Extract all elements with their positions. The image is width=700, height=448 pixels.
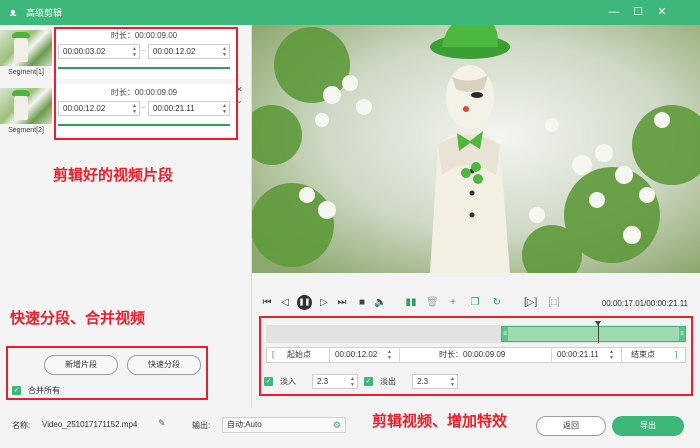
trim-duration: 时长：00:00:09.09 xyxy=(439,350,506,359)
set-out-point-icon[interactable]: [□] xyxy=(548,297,560,309)
playback-time: 00:00:17.01/00:00:21.11 xyxy=(601,299,688,308)
segment-thumbnail-image xyxy=(0,30,52,66)
merge-all-checkbox[interactable]: ✓ xyxy=(12,386,21,395)
timeline-end-handle[interactable]: ≡ xyxy=(679,327,685,341)
name-label: 名称: xyxy=(12,421,31,430)
title-bar: ᴥ 高级剪辑 — ☐ ✕ xyxy=(0,0,700,25)
annotation-segments-text: 剪辑好的视频片段 xyxy=(53,167,174,184)
left-bracket-icon[interactable]: [ xyxy=(272,349,274,361)
fade-out-label: 淡出 xyxy=(380,377,396,386)
segment-label: Segment[1] xyxy=(8,69,44,76)
fade-out-value: 2.3 xyxy=(417,377,429,386)
divider xyxy=(551,348,552,362)
quick-split-button[interactable]: 快速分段 xyxy=(127,355,201,375)
skip-to-start-icon[interactable]: ⏮ xyxy=(261,297,273,309)
annotation-box-segments xyxy=(54,27,238,140)
export-button[interactable]: 导出 xyxy=(612,416,684,436)
stepper-icon[interactable]: ▲ ▼ xyxy=(609,349,614,361)
file-name: Video_251017171152.mp4 xyxy=(42,420,138,429)
annotation-effects-text: 剪辑视频、增加特效 xyxy=(372,413,508,430)
volume-icon[interactable]: 🔈 xyxy=(374,297,386,309)
timeline-track[interactable]: ≡ ≡ xyxy=(266,321,686,343)
divider xyxy=(621,348,622,362)
stop-icon[interactable]: ■ xyxy=(356,297,368,309)
skip-to-end-icon[interactable]: ⏭ xyxy=(336,297,348,309)
maximize-button[interactable]: ☐ xyxy=(631,5,645,19)
video-frame-image xyxy=(252,25,700,273)
set-start-button[interactable]: 起始点 xyxy=(287,349,311,361)
set-end-button[interactable]: 结束点 xyxy=(631,349,655,361)
copy-clip-icon[interactable]: ❐ xyxy=(469,297,481,309)
output-format-value: 自动;Auto xyxy=(227,420,262,429)
timeline-selection[interactable]: ≡ ≡ xyxy=(501,326,686,342)
back-button[interactable]: 返回 xyxy=(536,416,606,436)
delete-clip-icon[interactable]: 🗑 xyxy=(426,297,439,309)
end-time-field[interactable]: 00:00:21.11 xyxy=(557,349,599,361)
segment-label: Segment[2] xyxy=(8,127,44,134)
fade-in-label: 淡入 xyxy=(280,377,296,386)
output-format-select[interactable]: 自动;Auto ⚙ xyxy=(222,417,346,433)
fade-in-checkbox[interactable]: ✓ xyxy=(264,377,273,386)
video-preview[interactable] xyxy=(252,25,700,273)
step-forward-icon[interactable]: ▷ xyxy=(318,297,330,309)
new-segment-button[interactable]: 新增片段 xyxy=(44,355,118,375)
divider xyxy=(329,348,330,362)
segment-thumbnail-1[interactable]: Segment[1] xyxy=(0,30,52,80)
bottom-bar: 名称: Video_251017171152.mp4 ✎ 输出: 自动;Auto… xyxy=(0,408,700,448)
annotation-split-text: 快速分段、合并视频 xyxy=(10,310,146,327)
set-in-point-icon[interactable]: [▷] xyxy=(524,297,537,309)
divider xyxy=(399,348,400,362)
reset-icon[interactable]: ↻ xyxy=(491,297,503,309)
trim-bar: [ 起始点 00:00:12.02 ▲ ▼ 时长：00:00:09.09 00:0… xyxy=(266,347,686,363)
merge-all-label: 合并所有 xyxy=(28,386,60,395)
timeline-playhead[interactable] xyxy=(595,321,601,343)
edit-name-icon[interactable]: ✎ xyxy=(158,418,166,429)
fade-in-input[interactable]: 2.3 ▲ ▼ xyxy=(312,374,358,389)
stepper-icon[interactable]: ▲ ▼ xyxy=(350,376,355,388)
output-label: 输出: xyxy=(192,421,211,430)
fade-in-value: 2.3 xyxy=(317,377,329,386)
add-clip-icon[interactable]: + xyxy=(447,297,459,309)
minimize-button[interactable]: — xyxy=(607,5,621,19)
right-bracket-icon[interactable]: ] xyxy=(675,349,677,361)
close-button[interactable]: ✕ xyxy=(655,5,669,19)
fade-out-checkbox[interactable]: ✓ xyxy=(364,377,373,386)
settings-gear-icon[interactable]: ⚙ xyxy=(333,418,341,432)
app-logo-icon: ᴥ xyxy=(9,6,17,19)
split-clip-icon[interactable]: ▮▮ xyxy=(405,297,417,309)
segment-thumbnail-2[interactable]: Segment[2] xyxy=(0,88,52,138)
fade-out-input[interactable]: 2.3 ▲ ▼ xyxy=(412,374,458,389)
stepper-icon[interactable]: ▲ ▼ xyxy=(450,376,455,388)
timeline-start-handle[interactable]: ≡ xyxy=(502,327,508,341)
window-title: 高级剪辑 xyxy=(26,8,63,18)
pause-button[interactable]: ❚❚ xyxy=(297,295,312,310)
fade-controls: ✓ 淡入 2.3 ▲ ▼ ✓ 淡出 2.3 ▲ ▼ xyxy=(262,373,686,391)
stepper-icon[interactable]: ▲ ▼ xyxy=(387,349,392,361)
player-controls: ⏮ ◁ ❚❚ ▷ ⏭ ■ 🔈 ▮▮ 🗑 + ❐ ↻ [▷] [□] 00:00:… xyxy=(252,293,700,315)
start-time-field[interactable]: 00:00:12.02 xyxy=(335,349,377,361)
step-back-icon[interactable]: ◁ xyxy=(279,297,291,309)
segment-thumbnail-image xyxy=(0,88,52,124)
